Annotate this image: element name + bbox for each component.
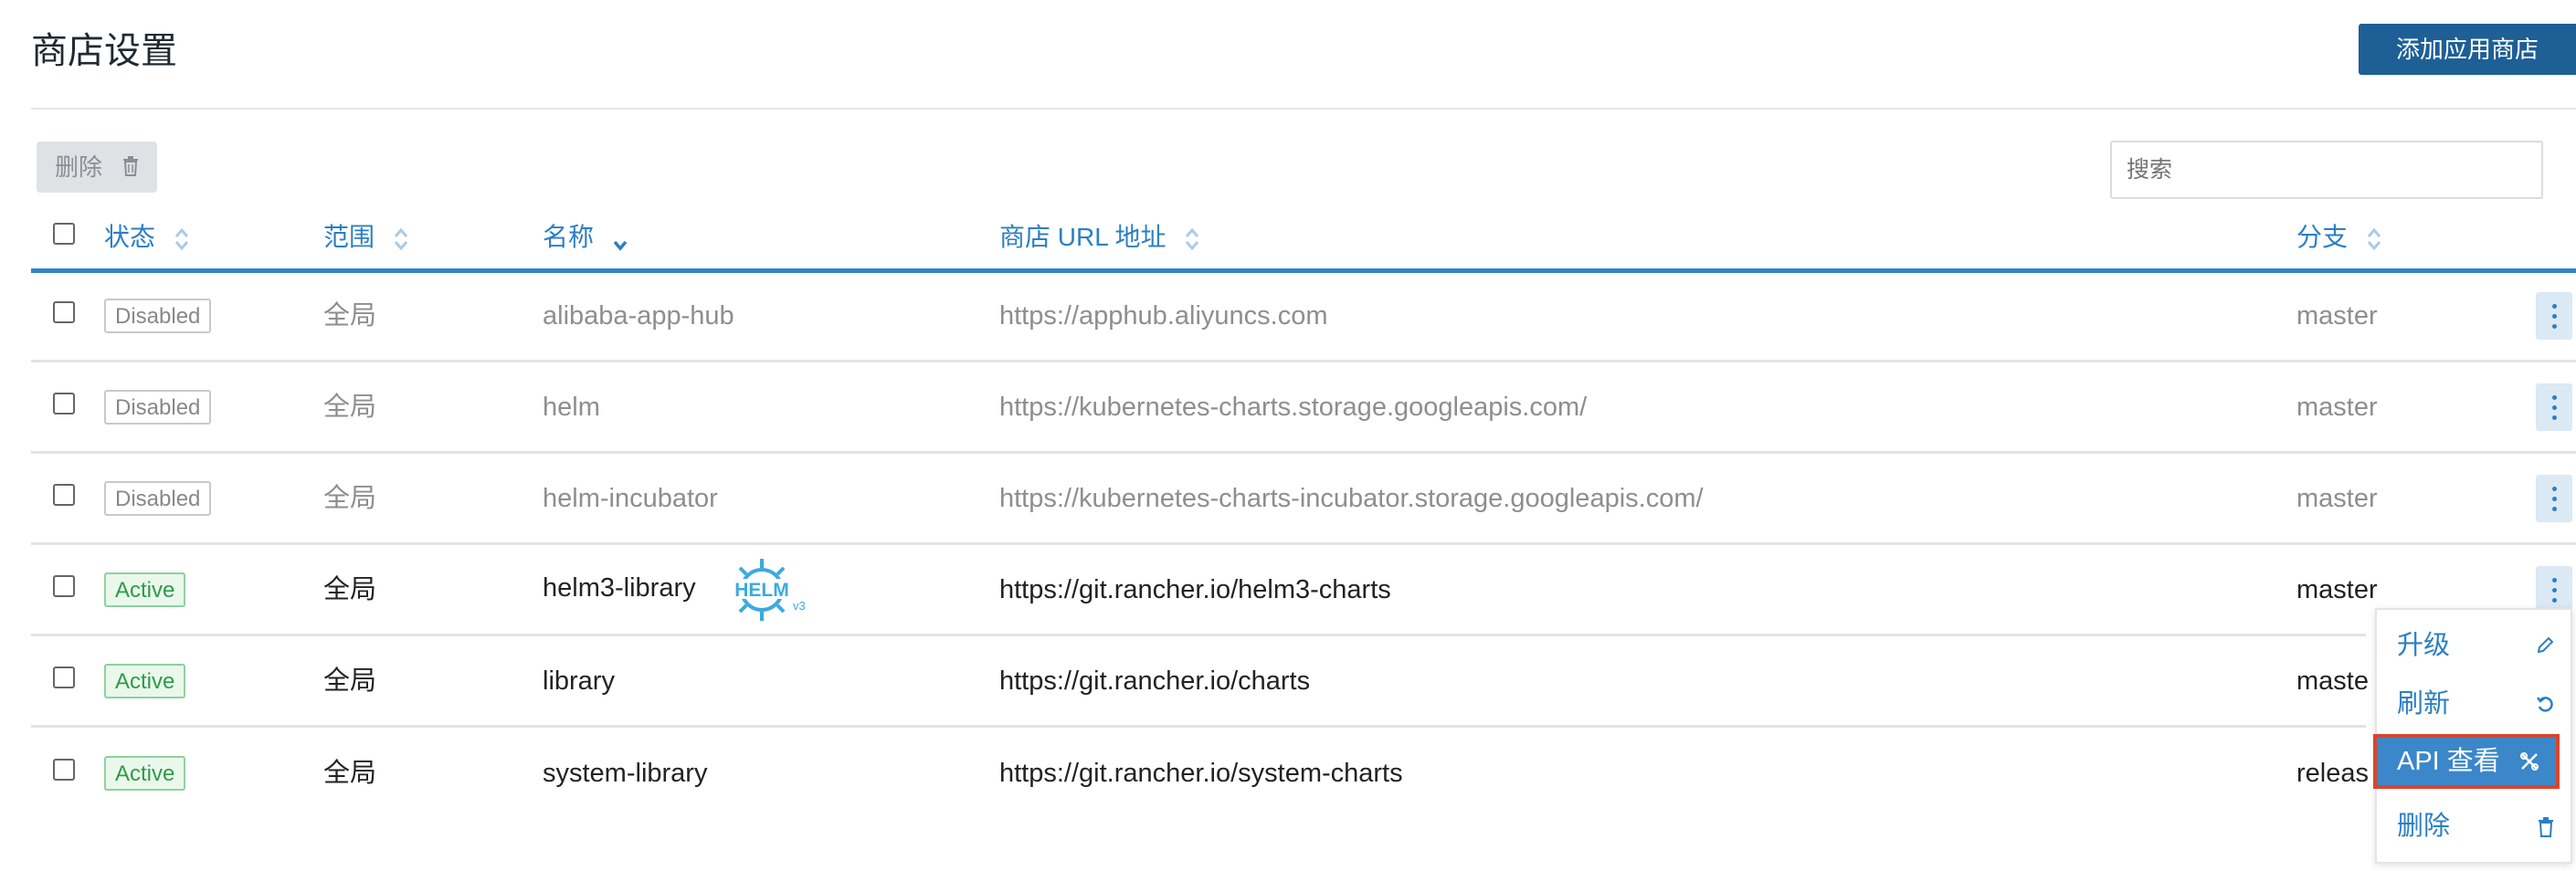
catalog-name: helm3-library xyxy=(543,573,696,603)
column-header-name[interactable]: 名称 xyxy=(543,215,628,259)
sort-icon xyxy=(174,227,188,250)
scope-cell: 全局 xyxy=(323,666,377,696)
api-icon xyxy=(2520,752,2539,771)
sort-icon xyxy=(2367,227,2381,250)
row-checkbox[interactable] xyxy=(53,393,75,415)
row-checkbox[interactable] xyxy=(53,759,75,781)
menu-item-api-view[interactable]: API 查看 xyxy=(2373,734,2560,789)
sort-icon xyxy=(1186,227,1199,250)
sort-descending-icon xyxy=(613,240,628,251)
catalog-name: helm-incubator xyxy=(543,484,718,513)
catalog-url: https://git.rancher.io/helm3-charts xyxy=(999,575,1391,604)
branch-cell: releas xyxy=(2296,759,2369,788)
status-badge: Active xyxy=(104,756,186,791)
catalog-name: helm xyxy=(543,393,600,422)
catalog-name: alibaba-app-hub xyxy=(543,301,734,331)
scope-cell: 全局 xyxy=(323,759,377,788)
catalog-url: https://git.rancher.io/system-charts xyxy=(999,759,1403,788)
status-badge: Disabled xyxy=(104,481,212,516)
branch-cell: master xyxy=(2296,484,2378,513)
helm-badge-text: HELM xyxy=(734,580,789,601)
scope-cell: 全局 xyxy=(323,484,377,513)
table-header-divider xyxy=(31,268,2576,273)
row-actions-button[interactable] xyxy=(2536,383,2572,431)
row-checkbox[interactable] xyxy=(53,575,75,597)
divider xyxy=(31,108,2576,110)
scope-cell: 全局 xyxy=(323,575,377,604)
trash-icon xyxy=(2539,817,2553,837)
column-header-branch[interactable]: 分支 xyxy=(2296,215,2382,259)
bulk-delete-button[interactable]: 删除 xyxy=(37,142,157,193)
scope-cell: 全局 xyxy=(323,301,377,331)
add-catalog-button[interactable]: 添加应用商店 xyxy=(2359,24,2576,75)
catalog-name: system-library xyxy=(543,759,708,788)
row-actions-button[interactable] xyxy=(2536,292,2572,340)
branch-cell: master xyxy=(2296,575,2378,604)
menu-item-upgrade[interactable]: 升级 xyxy=(2377,619,2571,672)
column-header-state[interactable]: 状态 xyxy=(104,215,190,259)
row-divider xyxy=(31,360,2576,362)
status-badge: Active xyxy=(104,664,186,698)
catalog-url: https://kubernetes-charts-incubator.stor… xyxy=(999,484,1704,513)
row-actions-button[interactable] xyxy=(2536,566,2572,614)
catalog-name: library xyxy=(543,666,615,696)
branch-cell: master xyxy=(2296,393,2378,422)
bulk-delete-label: 删除 xyxy=(55,153,103,181)
refresh-icon xyxy=(2537,697,2553,712)
select-all-checkbox[interactable] xyxy=(53,223,75,245)
row-divider xyxy=(31,542,2576,545)
branch-cell: maste xyxy=(2296,666,2369,696)
status-badge: Active xyxy=(104,572,186,607)
pencil-icon xyxy=(2537,636,2554,654)
menu-item-refresh[interactable]: 刷新 xyxy=(2377,677,2571,730)
helm-v3-icon: HELM v3 xyxy=(731,559,806,621)
row-checkbox[interactable] xyxy=(53,666,75,688)
status-badge: Disabled xyxy=(104,390,212,425)
row-checkbox[interactable] xyxy=(53,484,75,506)
menu-item-delete[interactable]: 删除 xyxy=(2377,800,2571,853)
row-actions-menu: 升级 刷新 API 查看 删除 xyxy=(2373,608,2572,864)
helm-badge-version: v3 xyxy=(793,599,806,613)
row-actions-button[interactable] xyxy=(2536,475,2572,522)
row-checkbox[interactable] xyxy=(53,301,75,323)
branch-cell: master xyxy=(2296,301,2378,331)
status-badge: Disabled xyxy=(104,299,212,333)
scope-cell: 全局 xyxy=(323,393,377,422)
column-header-scope[interactable]: 范围 xyxy=(323,215,409,259)
row-divider xyxy=(31,451,2576,454)
sort-icon xyxy=(394,227,407,250)
page-title: 商店设置 xyxy=(31,31,177,71)
column-header-url[interactable]: 商店 URL 地址 xyxy=(999,215,1200,259)
search-input[interactable] xyxy=(2110,141,2543,199)
catalog-url: https://git.rancher.io/charts xyxy=(999,666,1311,696)
row-divider xyxy=(31,634,2366,636)
row-divider xyxy=(31,725,2366,728)
catalog-url: https://kubernetes-charts.storage.google… xyxy=(999,393,1588,422)
catalog-url: https://apphub.aliyuncs.com xyxy=(999,301,1328,331)
trash-icon xyxy=(123,156,138,176)
